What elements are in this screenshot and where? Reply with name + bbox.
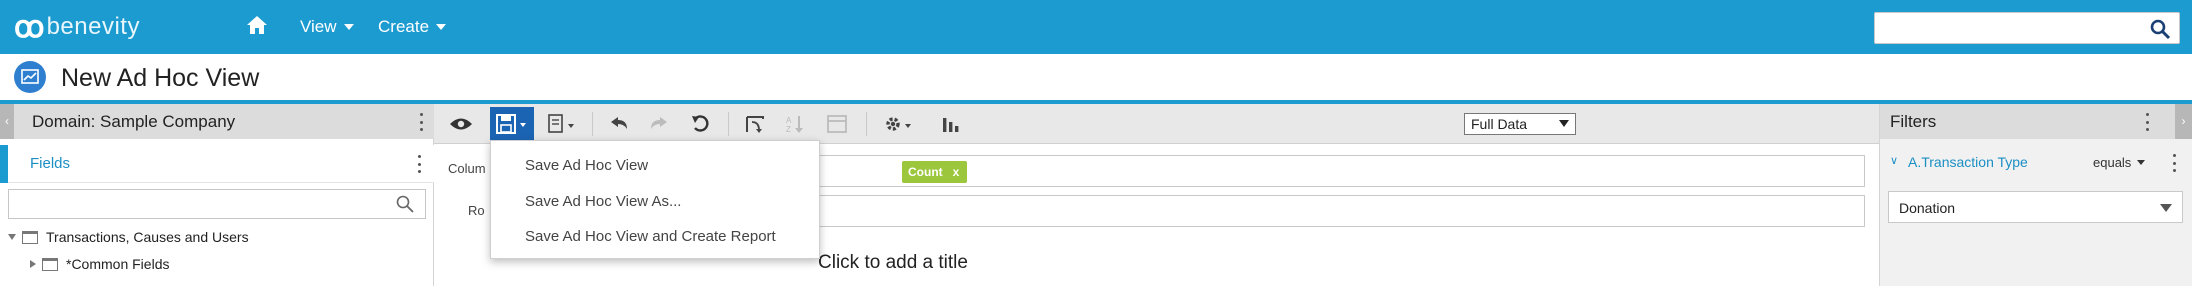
collapsed-caret-icon[interactable] xyxy=(30,260,36,268)
options-gear-icon[interactable] xyxy=(876,107,920,141)
rows-label: Ro xyxy=(468,203,485,218)
nav-create-menu[interactable]: Create xyxy=(378,17,447,37)
data-mode-select[interactable]: Full Data xyxy=(1464,113,1576,135)
toolbar-separator xyxy=(592,112,593,136)
svg-text:A: A xyxy=(786,116,792,125)
more-options-icon[interactable] xyxy=(416,155,422,173)
export-icon[interactable] xyxy=(542,107,582,141)
report-title-placeholder[interactable]: Click to add a title xyxy=(818,252,968,274)
save-menu: Save Ad Hoc View Save Ad Hoc View As... … xyxy=(490,140,820,259)
data-mode-value: Full Data xyxy=(1471,116,1528,132)
domain-label: Domain: Sample Company xyxy=(32,112,236,131)
filters-panel: Filters › ∨ A.Transaction Type equals Do… xyxy=(1879,104,2192,286)
preview-eye-icon[interactable] xyxy=(444,107,478,141)
chevron-down-icon xyxy=(1559,120,1569,127)
adhoc-view-icon xyxy=(14,61,46,93)
filters-header: Filters xyxy=(1880,104,2176,139)
tree-node-transactions[interactable]: Transactions, Causes and Users xyxy=(8,226,249,248)
field-search xyxy=(8,189,426,219)
pivot-icon[interactable] xyxy=(738,107,772,141)
filter-operator-dropdown[interactable]: equals xyxy=(2093,155,2146,170)
fields-label: Fields xyxy=(30,155,71,172)
menu-save-view-as[interactable]: Save Ad Hoc View As... xyxy=(525,193,681,210)
more-options-icon[interactable] xyxy=(2144,113,2150,131)
nav-view-label: View xyxy=(300,17,337,36)
remove-icon[interactable]: x xyxy=(953,165,960,179)
data-source-panel: ‹ Domain: Sample Company Fields Transact… xyxy=(0,104,434,286)
home-icon[interactable] xyxy=(246,14,268,36)
toolbar-separator xyxy=(866,112,867,136)
filter-value: Donation xyxy=(1899,200,1956,216)
undo-all-icon[interactable] xyxy=(684,107,718,141)
folder-icon xyxy=(22,230,38,244)
menu-save-and-create-report[interactable]: Save Ad Hoc View and Create Report xyxy=(525,228,776,245)
input-controls-icon[interactable] xyxy=(820,107,854,141)
search-icon[interactable] xyxy=(2149,18,2171,40)
fields-header[interactable]: Fields xyxy=(0,145,434,183)
chevron-down-icon xyxy=(2160,204,2172,212)
chart-format-icon[interactable] xyxy=(934,107,968,141)
tree-node-common-fields[interactable]: *Common Fields xyxy=(30,253,169,275)
page-header: New Ad Hoc View xyxy=(0,54,2192,100)
filter-value-select[interactable]: Donation xyxy=(1888,191,2183,223)
fields-active-indicator xyxy=(0,145,8,183)
global-search xyxy=(1874,12,2180,44)
page-title: New Ad Hoc View xyxy=(61,64,260,92)
chevron-down-icon xyxy=(343,24,354,30)
collapse-left-panel-button[interactable]: ‹ xyxy=(0,104,14,139)
column-field-pill[interactable]: Count x xyxy=(902,161,968,183)
chevron-down-icon[interactable]: ∨ xyxy=(1890,154,1898,167)
logo-mark-icon: ꝏ xyxy=(14,10,44,44)
undo-icon[interactable] xyxy=(602,107,636,141)
toolbar-separator xyxy=(728,112,729,136)
tree-node-label: *Common Fields xyxy=(66,256,170,272)
svg-text:Z: Z xyxy=(786,125,791,134)
benevity-logo[interactable]: ꝏ benevity xyxy=(14,11,140,44)
more-options-icon[interactable] xyxy=(418,113,424,131)
nav-create-label: Create xyxy=(378,17,430,36)
redo-icon[interactable] xyxy=(642,107,676,141)
filter-field-name[interactable]: A.Transaction Type xyxy=(1908,154,2028,170)
brand-name: benevity xyxy=(46,13,140,40)
more-options-icon[interactable] xyxy=(2171,154,2177,172)
column-pill-label: Count xyxy=(908,165,943,179)
filters-title: Filters xyxy=(1890,112,1937,131)
global-search-input[interactable] xyxy=(1875,13,2135,43)
chevron-down-icon xyxy=(2137,160,2146,165)
domain-header: Domain: Sample Company xyxy=(14,104,434,139)
filter-item: ∨ A.Transaction Type equals xyxy=(1880,145,2192,181)
search-icon[interactable] xyxy=(395,194,415,214)
tree-node-label: Transactions, Causes and Users xyxy=(46,229,249,245)
expand-caret-icon[interactable] xyxy=(8,234,16,240)
folder-icon xyxy=(42,257,58,271)
menu-save-view[interactable]: Save Ad Hoc View xyxy=(525,157,648,174)
sort-icon[interactable]: AZ xyxy=(778,107,812,141)
filter-operator-label: equals xyxy=(2093,155,2132,170)
chevron-down-icon xyxy=(436,24,447,30)
columns-label: Colum xyxy=(448,161,486,176)
nav-view-menu[interactable]: View xyxy=(300,17,354,37)
collapse-right-panel-button[interactable]: › xyxy=(2175,104,2192,139)
field-search-input[interactable] xyxy=(9,190,379,218)
save-button[interactable] xyxy=(490,107,534,141)
top-nav-bar: ꝏ benevity View Create xyxy=(0,0,2192,54)
toolbar: AZ Full Data xyxy=(434,104,1879,144)
